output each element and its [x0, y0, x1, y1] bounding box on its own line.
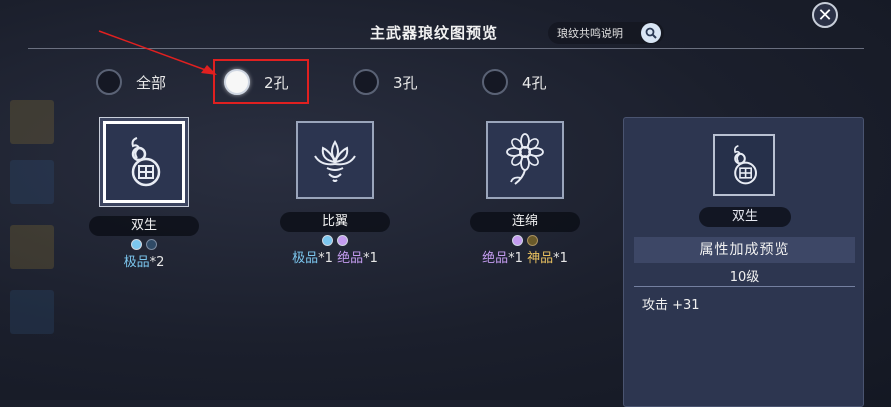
pattern-card-biyi[interactable]: 比翼 极品*1 绝品*1 [270, 121, 400, 266]
gem-slot-jue [337, 235, 348, 246]
filter-label: 4孔 [522, 73, 547, 92]
background-tile [10, 225, 54, 269]
radio-circle [353, 69, 379, 95]
card-name: 比翼 [280, 212, 390, 232]
background-tile [10, 290, 54, 334]
pattern-card-shuangsheng[interactable]: 双生 极品*2 [79, 121, 209, 270]
filter-label: 全部 [136, 73, 167, 92]
gem-slots [322, 235, 348, 246]
page-title: 主武器琅纹图预览 [370, 24, 499, 42]
divider [634, 286, 855, 287]
gem-slot-shen [527, 235, 538, 246]
filter-label: 3孔 [393, 73, 418, 92]
bonus-text: 绝品*1 神品*1 [482, 247, 568, 266]
preview-panel: 双生 属性加成预览 10级 攻击 +31 [623, 117, 864, 407]
gem-slots [131, 239, 157, 250]
filter-3-holes-radio[interactable]: 3孔 [353, 67, 418, 97]
gem-slot-ji [131, 239, 142, 250]
grade-ji: 极品 [292, 251, 319, 266]
grade-count: *1 [508, 251, 523, 266]
grade-shen: 神品 [527, 251, 554, 266]
filter-all-radio[interactable]: 全部 [96, 67, 166, 97]
grade-count: *1 [318, 251, 333, 266]
pattern-card-lianmian[interactable]: 连绵 绝品*1 神品*1 [460, 121, 590, 266]
gem-slot-jue [512, 235, 523, 246]
flower-icon [486, 121, 564, 199]
grade-count: *2 [149, 255, 165, 270]
grade-ji: 极品 [123, 255, 150, 270]
radio-circle [482, 69, 508, 95]
attr-preview-heading: 属性加成预览 [634, 237, 855, 263]
search-icon [641, 23, 661, 43]
annotation-highlight-box [213, 59, 309, 104]
card-name: 双生 [89, 216, 199, 236]
bonus-text: 极品*1 绝品*1 [292, 247, 378, 266]
explain-label: 琅纹共鸣说明 [557, 27, 623, 40]
background-tile [10, 100, 54, 144]
close-icon: ✕ [817, 4, 833, 26]
grade-count: *1 [553, 251, 568, 266]
grade-jue: 绝品 [482, 251, 509, 266]
gourd-icon [713, 134, 775, 196]
filter-4-holes-radio[interactable]: 4孔 [482, 67, 547, 97]
gem-slots [512, 235, 538, 246]
gourd-icon [103, 121, 185, 203]
grade-jue: 绝品 [337, 251, 364, 266]
card-name: 连绵 [470, 212, 580, 232]
background-tile [10, 160, 54, 204]
level-label: 10级 [729, 270, 760, 285]
radio-circle [96, 69, 122, 95]
preview-name: 双生 [699, 207, 791, 227]
grade-count: *1 [363, 251, 378, 266]
stat-attack: 攻击 +31 [642, 298, 700, 313]
lotus-icon [296, 121, 374, 199]
close-button[interactable]: ✕ [812, 2, 838, 28]
gem-slot-ji-dim [146, 239, 157, 250]
gem-slot-ji [322, 235, 333, 246]
resonance-explain-button[interactable]: 琅纹共鸣说明 [548, 22, 664, 44]
bonus-text: 极品*2 [124, 251, 165, 270]
